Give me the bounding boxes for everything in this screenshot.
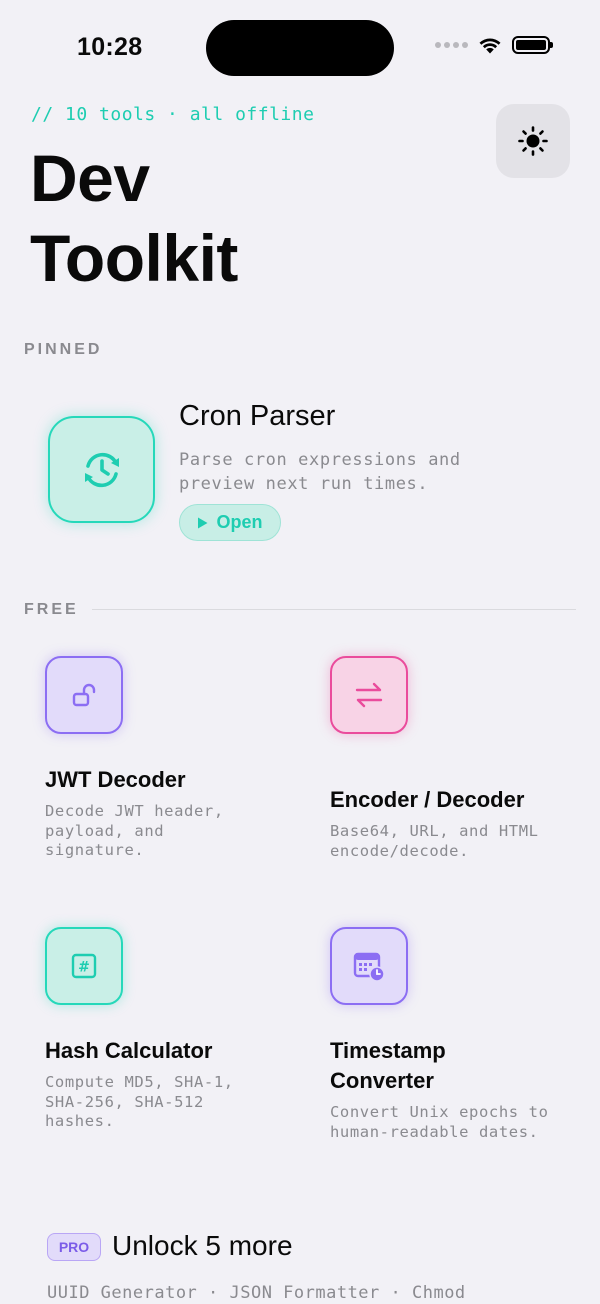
hash-icon: # — [71, 953, 97, 979]
open-button-label: Open — [216, 512, 263, 532]
pinned-tool-icon — [48, 416, 155, 523]
tool-card-jwt-decoder[interactable]: JWT Decoder Decode JWT header, payload, … — [45, 656, 295, 861]
clock-refresh-icon — [84, 452, 119, 487]
page-title-line2: Toolkit — [30, 221, 238, 295]
pinned-tool-title: Cron Parser — [179, 400, 336, 432]
pinned-section-label: PINNED — [24, 341, 103, 358]
status-time: 10:28 — [77, 33, 143, 61]
page-title-line1: Dev — [30, 141, 150, 215]
tool-title: JWT Decoder — [45, 767, 186, 792]
header-subtitle: // 10 tools · all offline — [31, 104, 315, 125]
free-section-label: FREE — [24, 601, 79, 618]
tool-title: Encoder / Decoder — [330, 787, 525, 812]
pro-badge: PRO — [47, 1233, 101, 1261]
swap-arrows-icon — [355, 682, 383, 708]
battery-icon — [512, 36, 553, 54]
tool-card-hash-calculator[interactable]: # Hash Calculator Compute MD5, SHA-1, SH… — [45, 927, 295, 1132]
section-divider — [92, 609, 576, 610]
svg-text:#: # — [78, 960, 90, 976]
tool-icon-container — [330, 927, 408, 1005]
open-button[interactable]: Open — [179, 504, 281, 541]
calendar-clock-icon — [353, 952, 385, 982]
tool-title: Hash Calculator — [45, 1038, 213, 1063]
tool-icon-container: # — [45, 927, 123, 1005]
tool-card-timestamp-converter[interactable]: Timestamp Converter Convert Unix epochs … — [330, 927, 580, 1142]
tool-description: Convert Unix epochs to human-readable da… — [330, 1103, 549, 1141]
tool-title: Timestamp Converter — [330, 1038, 446, 1093]
locked-tools-list: UUID Generator · JSON Formatter · Chmod — [47, 1283, 466, 1303]
cellular-signal-icon — [435, 42, 468, 48]
dynamic-island — [206, 20, 394, 76]
wifi-icon — [479, 38, 501, 54]
tool-description: Compute MD5, SHA-1, SHA-256, SHA-512 has… — [45, 1073, 234, 1130]
tool-icon-container — [45, 656, 123, 734]
sun-icon — [518, 126, 548, 156]
tool-icon-container — [330, 656, 408, 734]
tool-description: Decode JWT header, payload, and signatur… — [45, 802, 224, 859]
tool-card-encoder-decoder[interactable]: Encoder / Decoder Base64, URL, and HTML … — [330, 656, 580, 861]
page-title: Dev Toolkit — [30, 138, 238, 298]
unlock-icon — [72, 683, 96, 707]
pinned-tool-description: Parse cron expressions and preview next … — [179, 450, 461, 494]
theme-toggle-button[interactable] — [496, 104, 570, 178]
unlock-title: Unlock 5 more — [112, 1230, 293, 1261]
play-icon — [198, 517, 208, 528]
status-icons — [435, 36, 553, 54]
tool-description: Base64, URL, and HTML encode/decode. — [330, 822, 539, 860]
